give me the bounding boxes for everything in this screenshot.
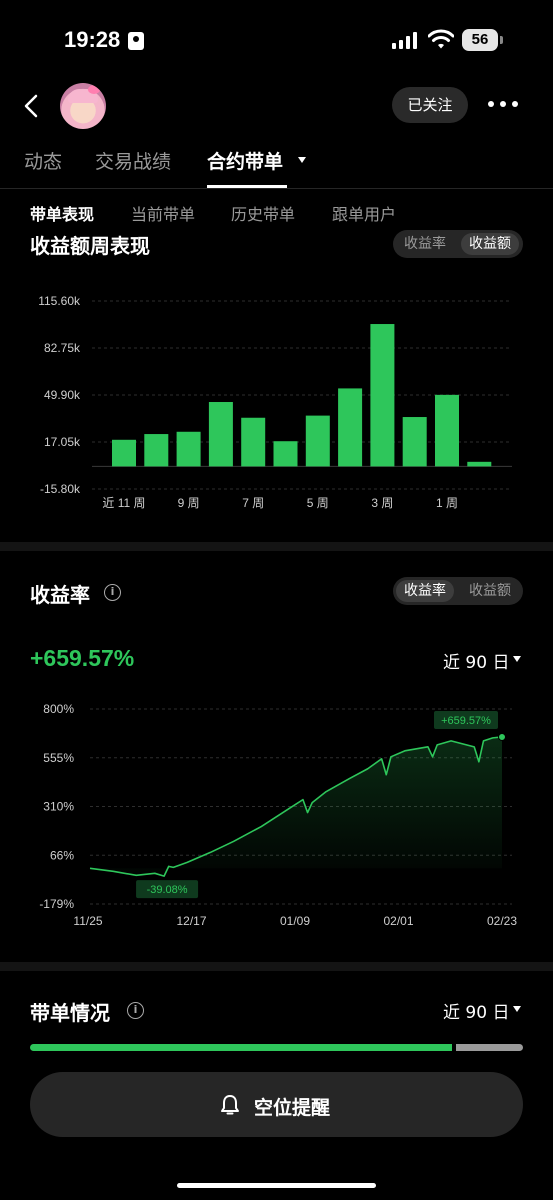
tab-dynamics[interactable]: 动态 xyxy=(24,147,62,174)
order-section-title: 带单情况 xyxy=(30,1001,110,1025)
return-line-chart: 800% 555% 310% 66% -179% +659.57% -39.08% 11/25… xyxy=(39,702,517,928)
y-tick-label: 310% xyxy=(43,800,74,814)
section-divider xyxy=(0,542,553,551)
more-options-icon[interactable] xyxy=(488,101,518,109)
bar xyxy=(338,388,363,467)
weekly-bar-chart: 115.60k 82.75k 49.90k 17.05k -15.80k 近 11 周 9 … xyxy=(38,294,512,510)
wifi-icon xyxy=(428,29,454,49)
rate-range-select[interactable]: 近 90 日 xyxy=(443,648,509,673)
rate-section-title: 收益率 xyxy=(30,583,90,607)
vacancy-alert-label: 空位提醒 xyxy=(254,1097,331,1119)
max-annotation: +659.57% xyxy=(441,715,491,727)
x-tick-label: 02/23 xyxy=(487,914,517,928)
y-tick-label: 66% xyxy=(50,848,74,862)
x-tick-label: 11/25 xyxy=(73,914,102,928)
total-return-value: +659.57% xyxy=(30,645,135,671)
info-icon[interactable]: i xyxy=(104,584,121,601)
toggle-amount[interactable]: 收益额 xyxy=(461,233,519,255)
follow-button[interactable]: 已关注 xyxy=(392,87,468,123)
status-time: 19:28 xyxy=(64,27,121,52)
person-card-icon xyxy=(128,32,144,50)
bar xyxy=(435,394,459,467)
y-tick-label: 17.05k xyxy=(44,435,81,449)
bar xyxy=(112,439,136,467)
toggle-rate[interactable]: 收益率 xyxy=(396,233,454,255)
toggle-rate[interactable]: 收益率 xyxy=(396,580,454,602)
progress-remaining xyxy=(455,1044,523,1051)
tabs-divider xyxy=(0,188,553,189)
bell-icon xyxy=(221,1095,239,1115)
x-tick-label: 3 周 xyxy=(371,496,393,510)
bar xyxy=(305,415,330,467)
bar xyxy=(208,402,233,467)
y-tick-label: 82.75k xyxy=(44,341,81,355)
order-range-select[interactable]: 近 90 日 xyxy=(443,998,509,1023)
x-tick-label: 02/01 xyxy=(383,914,413,928)
status-bar: 19:28 56 xyxy=(0,0,553,80)
chevron-down-icon[interactable] xyxy=(513,1006,521,1012)
info-icon[interactable]: i xyxy=(127,1002,144,1019)
vacancy-alert-button[interactable]: 空位提醒 xyxy=(30,1072,523,1137)
bar xyxy=(176,431,201,467)
y-tick-label: 800% xyxy=(43,702,74,716)
toggle-amount[interactable]: 收益额 xyxy=(461,580,519,602)
battery-tip xyxy=(500,36,503,44)
x-tick-label: 01/09 xyxy=(280,914,310,928)
y-tick-label: -15.80k xyxy=(40,482,81,496)
home-indicator xyxy=(177,1183,376,1188)
tab-trading-record[interactable]: 交易战绩 xyxy=(95,147,171,174)
x-tick-label: 近 11 周 xyxy=(102,496,145,510)
progress-fill xyxy=(30,1044,452,1051)
avatar[interactable] xyxy=(60,83,106,129)
y-tick-label: -179% xyxy=(39,897,74,911)
bar xyxy=(402,417,427,467)
section-divider xyxy=(0,962,553,971)
min-annotation: -39.08% xyxy=(147,884,188,896)
bar xyxy=(241,417,266,467)
subtab-history-orders[interactable]: 历史带单 xyxy=(231,201,295,225)
x-tick-label: 1 周 xyxy=(436,496,458,510)
x-tick-label: 7 周 xyxy=(242,496,264,510)
x-tick-label: 9 周 xyxy=(178,496,200,510)
bar xyxy=(370,324,395,467)
y-tick-label: 49.90k xyxy=(44,388,81,402)
subtab-performance[interactable]: 带单表现 xyxy=(30,201,94,225)
bar xyxy=(273,441,298,467)
y-tick-label: 555% xyxy=(43,751,74,765)
rate-metric-toggle: 收益率 收益额 xyxy=(393,577,523,605)
bar xyxy=(467,461,492,467)
weekly-section-title: 收益额周表现 xyxy=(30,234,150,258)
chevron-down-icon[interactable] xyxy=(513,656,521,662)
x-tick-label: 12/17 xyxy=(176,914,206,928)
cellular-signal-icon xyxy=(392,31,418,49)
back-arrow-icon[interactable] xyxy=(22,94,42,118)
chevron-down-icon[interactable] xyxy=(298,157,306,163)
weekly-metric-toggle: 收益率 收益额 xyxy=(393,230,523,258)
order-progress-bar xyxy=(30,1044,523,1051)
battery-indicator: 56 xyxy=(462,29,498,51)
subtab-current-orders[interactable]: 当前带单 xyxy=(131,201,195,225)
bar xyxy=(144,434,169,467)
end-point-marker xyxy=(498,732,506,741)
x-tick-label: 5 周 xyxy=(307,496,329,510)
tab-contract-copy-trading[interactable]: 合约带单 xyxy=(207,147,283,174)
y-tick-label: 115.60k xyxy=(38,294,81,308)
subtab-followers[interactable]: 跟单用户 xyxy=(332,201,396,225)
